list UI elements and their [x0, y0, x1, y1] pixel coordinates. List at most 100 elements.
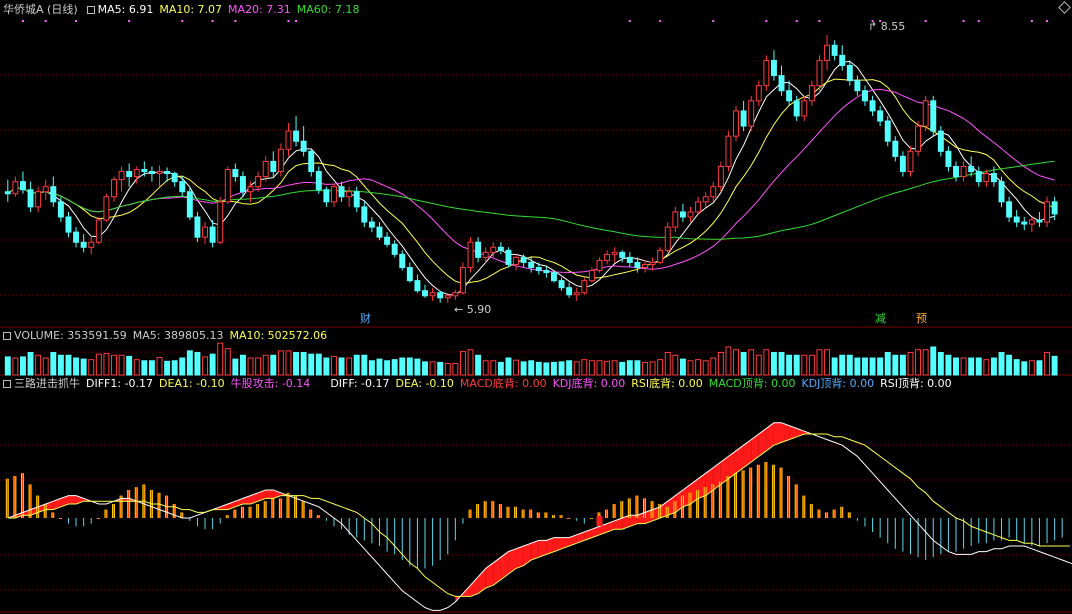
cai-marker: 财: [360, 312, 371, 325]
candle-body: [19, 181, 26, 191]
volume-bar: [270, 354, 277, 376]
macd-hist-bar-inner: [810, 504, 812, 518]
volume-bar: [975, 357, 982, 376]
volume-bar: [368, 360, 375, 376]
candle-body: [717, 165, 724, 188]
candlesticks: [4, 35, 1058, 303]
candle-body: [308, 150, 315, 173]
settings-box-icon[interactable]: [86, 6, 95, 14]
macd-hist-bar-inner: [727, 476, 729, 518]
candle-body: [892, 140, 899, 157]
volume-bar: [915, 349, 922, 376]
candle-body: [710, 186, 717, 198]
macd-hist-bar-inner: [484, 501, 486, 518]
volume-bar: [710, 357, 717, 376]
candle-body: [12, 181, 19, 195]
candle-body: [490, 246, 497, 253]
macd-hist-bar-inner: [14, 476, 16, 518]
volume-bar: [232, 358, 239, 376]
signal-dot: [21, 20, 24, 22]
volume-bar: [126, 355, 133, 376]
macd-hist-bar-inner: [704, 487, 706, 518]
volume-ma5: MA5: 389805.13: [132, 329, 224, 342]
volume-bar: [1036, 360, 1043, 376]
volume-bar: [755, 354, 762, 376]
volume-bar: [899, 354, 906, 376]
ma20-label: MA20: 7.31: [228, 3, 291, 16]
macd-hist-bar-inner: [59, 518, 61, 519]
candle-body: [497, 246, 504, 251]
candle-body: [331, 186, 337, 203]
candle-body: [588, 270, 595, 282]
candle-body: [285, 130, 292, 150]
signal-dot: [181, 20, 184, 22]
candle-body: [740, 110, 747, 127]
macd-hist-bar-inner: [287, 492, 289, 518]
volume-bar: [399, 357, 406, 376]
volume-bar: [550, 361, 557, 376]
volume-bar: [733, 349, 739, 376]
stock-title: 华侨城A (日线): [3, 3, 78, 16]
candle-body: [88, 241, 95, 248]
macd-red-band: [485, 562, 494, 588]
volume-bar: [983, 359, 990, 376]
candle-body: [467, 241, 474, 268]
candle-body: [391, 243, 398, 255]
macd-red-band: [265, 490, 274, 499]
volume-bar: [73, 357, 80, 376]
macd-red-band: [516, 546, 524, 569]
macd-hist-bar-inner: [507, 506, 509, 518]
macd-hist-bar-inner: [841, 506, 843, 518]
candle-body: [315, 171, 322, 191]
volume-bar: [528, 360, 535, 376]
candle-body: [513, 256, 520, 265]
candle-body: [877, 110, 884, 122]
volume-bar: [702, 360, 709, 376]
volume-bar: [839, 354, 846, 376]
volume-bar: [619, 361, 626, 376]
candle-body: [770, 59, 777, 77]
volume-bar: [482, 360, 489, 376]
candle-body: [459, 266, 466, 294]
volume-bar: [626, 360, 633, 376]
signal-dot: [924, 20, 927, 22]
macd-hist-bar-inner: [765, 462, 767, 518]
macd-hist-bar-inner: [537, 512, 539, 518]
volume-bar: [12, 357, 19, 376]
macd-hist-bar-inner: [735, 473, 737, 518]
volume-bar: [1006, 354, 1013, 376]
volume-bar: [907, 352, 914, 376]
volume-bar: [148, 360, 155, 376]
macd-hist-bar-inner: [105, 509, 107, 518]
macd-hist-bar-inner: [477, 504, 479, 518]
volume-bar: [384, 360, 391, 376]
macd-hist-bar-inner: [552, 515, 554, 518]
macd-hist-bar-inner: [29, 484, 31, 518]
indicator-box-icon[interactable]: [3, 380, 11, 388]
volume-bar: [672, 354, 679, 376]
volume-bar: [467, 349, 474, 376]
volume-bar: [869, 357, 876, 376]
volume-bar: [217, 342, 224, 376]
candle-body: [103, 196, 110, 221]
volume-bar: [953, 357, 959, 376]
volume-bar: [770, 352, 777, 376]
candle-body: [399, 253, 406, 268]
candle-body: [323, 189, 330, 203]
macd-hist-bar-inner: [522, 509, 524, 518]
candle-body: [73, 231, 80, 243]
candle-body: [209, 226, 216, 243]
macd-hist-bar-inner: [515, 506, 517, 518]
volume-box-icon[interactable]: [3, 332, 11, 340]
volume-bar: [459, 350, 466, 376]
candle-body: [475, 241, 482, 258]
volume-bar: [444, 363, 451, 376]
volume-ma10: MA10: 502572.06: [229, 329, 328, 342]
macd-hist-bar-inner: [241, 506, 243, 518]
candle-body: [179, 181, 186, 193]
volume-bar: [490, 360, 497, 376]
candle-body: [255, 176, 262, 188]
candle-body: [649, 261, 656, 265]
candle-body: [444, 295, 451, 299]
macd-hist-bar-inner: [560, 515, 562, 518]
